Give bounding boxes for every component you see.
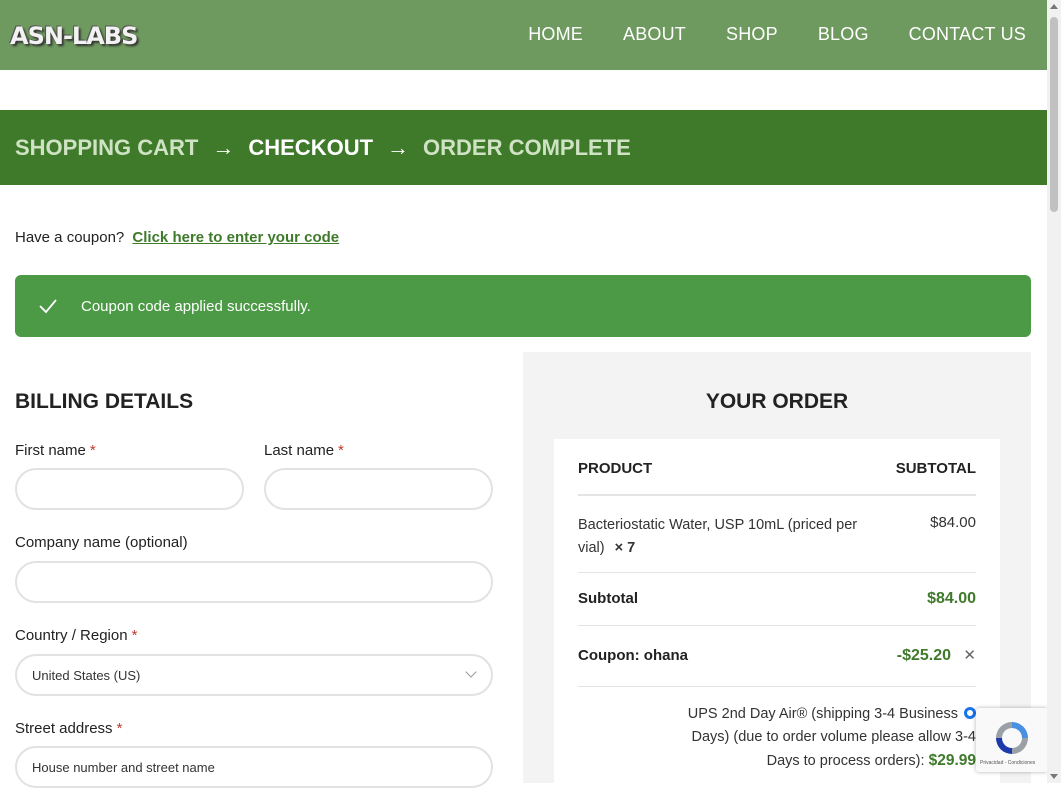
scroll-up-icon[interactable]: [1050, 4, 1058, 9]
coupon-link[interactable]: Click here to enter your code: [132, 229, 339, 246]
last-name-field[interactable]: [264, 468, 493, 510]
shipping-price: $29.99: [928, 752, 976, 769]
nav-contact[interactable]: CONTACT US: [909, 24, 1026, 45]
col-subtotal: SUBTOTAL: [895, 460, 976, 477]
site-header: ASN-LABS HOME ABOUT SHOP BLOG CONTACT US: [0, 0, 1047, 70]
coupon-row: Coupon: ohana -$25.20 ✕: [578, 626, 976, 687]
shipping-radio[interactable]: [964, 707, 976, 719]
billing-title: BILLING DETAILS: [15, 390, 194, 413]
required-mark: *: [338, 442, 344, 459]
country-label: Country / Region *: [15, 627, 137, 644]
required-mark: *: [116, 720, 123, 737]
step-shopping-cart[interactable]: SHOPPING CART: [15, 135, 198, 161]
chevron-down-icon: [465, 666, 477, 678]
last-name-label: Last name *: [264, 442, 344, 459]
order-title: YOUR ORDER: [705, 390, 849, 413]
coupon-prompt: Have a coupon?: [15, 229, 125, 246]
nav-home[interactable]: HOME: [528, 24, 583, 45]
nav-about[interactable]: ABOUT: [623, 24, 686, 45]
required-mark: *: [89, 442, 96, 459]
shipping-line1-text: UPS 2nd Day Air® (shipping 3-4 Business: [687, 706, 958, 722]
item-price: $84.00: [930, 514, 976, 531]
first-name-label-text: First name: [15, 442, 86, 459]
step-arrow-icon: →: [387, 134, 410, 160]
order-table: PRODUCT SUBTOTAL Bacteriostatic Water, U…: [554, 439, 1000, 783]
item-qty: × 7: [614, 540, 636, 556]
item-name-line1: Bacteriostatic Water, USP 10mL (priced p…: [578, 517, 858, 533]
required-mark: *: [131, 627, 138, 644]
checkout-steps: SHOPPING CART → CHECKOUT → ORDER COMPLET…: [0, 110, 1047, 185]
order-table-header: PRODUCT SUBTOTAL: [578, 439, 976, 496]
street-label: Street address *: [15, 720, 122, 737]
scroll-down-icon[interactable]: [1050, 774, 1058, 779]
country-select[interactable]: United States (US): [15, 654, 493, 696]
country-label-text: Country / Region: [15, 627, 128, 644]
order-item-row: Bacteriostatic Water, USP 10mL (priced p…: [578, 496, 976, 573]
company-field[interactable]: [15, 561, 493, 603]
recaptcha-footer[interactable]: Privacidad - Condiciones: [980, 760, 1035, 766]
shipping-option: UPS 2nd Day Air® (shipping 3-4 Business …: [578, 703, 976, 773]
shipping-line3-text: Days to process orders):: [766, 753, 925, 769]
shipping-line2: Days) (due to order volume please allow …: [691, 729, 977, 745]
subtotal-label: Subtotal: [578, 590, 638, 607]
step-order-complete: ORDER COMPLETE: [423, 134, 631, 160]
scrollbar-thumb[interactable]: [1050, 17, 1058, 212]
recaptcha-badge[interactable]: Privacidad - Condiciones: [976, 708, 1048, 772]
nav-shop[interactable]: SHOP: [726, 24, 778, 45]
order-review-panel: YOUR ORDER PRODUCT SUBTOTAL Bacteriostat…: [523, 346, 1031, 783]
zigzag-edge: [523, 346, 1031, 354]
shipping-line3: Days to process orders): $29.99: [578, 749, 976, 773]
last-name-label-text: Last name: [264, 442, 335, 459]
nav-blog[interactable]: BLOG: [818, 24, 869, 45]
main-nav: HOME ABOUT SHOP BLOG CONTACT US: [528, 24, 1026, 45]
first-name-label: First name *: [15, 442, 96, 459]
street-address-field[interactable]: House number and street name: [15, 746, 493, 788]
item-name: Bacteriostatic Water, USP 10mL (priced p…: [578, 514, 878, 560]
coupon-prompt-line: Have a coupon? Click here to enter your …: [15, 229, 339, 246]
coupon-label: Coupon: ohana: [578, 647, 688, 664]
step-arrow-icon: →: [212, 134, 235, 160]
street-placeholder: House number and street name: [32, 759, 215, 775]
first-name-field[interactable]: [15, 468, 244, 510]
col-product: PRODUCT: [578, 460, 653, 477]
notice-message: Coupon code applied successfully.: [81, 297, 311, 315]
subtotal-value: $84.00: [927, 590, 976, 607]
coupon-discount: -$25.20: [896, 647, 951, 664]
street-label-text: Street address: [15, 720, 113, 737]
recaptcha-icon: [996, 722, 1028, 754]
step-checkout: CHECKOUT: [248, 134, 374, 160]
remove-coupon-icon[interactable]: ✕: [963, 646, 976, 664]
site-logo[interactable]: ASN-LABS: [10, 22, 138, 50]
country-value: United States (US): [32, 667, 141, 683]
item-name-line2-text: vial): [578, 540, 605, 556]
shipping-line1: UPS 2nd Day Air® (shipping 3-4 Business: [578, 703, 976, 726]
item-name-line2: vial) × 7: [578, 537, 878, 560]
company-label: Company name (optional): [15, 534, 188, 551]
check-icon: [39, 299, 57, 314]
subtotal-row: Subtotal $84.00: [578, 573, 976, 626]
page-scrollbar[interactable]: [1047, 0, 1061, 783]
success-notice: Coupon code applied successfully.: [15, 275, 1031, 337]
